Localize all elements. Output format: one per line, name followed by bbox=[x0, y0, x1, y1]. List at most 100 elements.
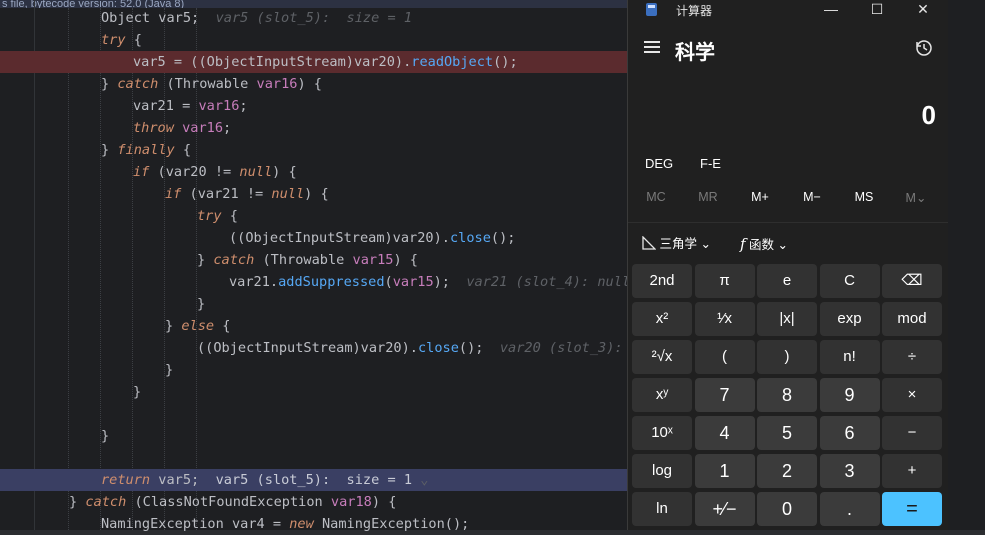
key-log[interactable]: log bbox=[632, 454, 692, 488]
key-digit-7[interactable]: 7 bbox=[694, 378, 755, 412]
code-token: return bbox=[101, 472, 151, 488]
code-token: (); bbox=[493, 54, 518, 70]
function-dropdown[interactable]: f 函数 ⌄ bbox=[740, 234, 788, 254]
memory-button[interactable]: MS bbox=[838, 190, 890, 204]
maximize-button[interactable]: ☐ bbox=[854, 0, 900, 20]
code-line[interactable]: var21 = var16; bbox=[0, 95, 630, 117]
code-token: } bbox=[69, 494, 86, 510]
code-line[interactable]: ((ObjectInputStream)var20).close(); var2… bbox=[0, 337, 630, 359]
close-button[interactable]: ✕ bbox=[900, 0, 946, 20]
code-line[interactable] bbox=[0, 447, 630, 469]
code-line[interactable]: } finally { bbox=[0, 139, 630, 161]
key-digit-0[interactable]: 0 bbox=[757, 492, 817, 526]
key-close-paren[interactable]: ) bbox=[757, 340, 817, 374]
key-exp[interactable]: exp bbox=[819, 302, 880, 336]
code-line[interactable]: var21.addSuppressed(var15); var21 (slot_… bbox=[0, 271, 630, 293]
memory-button[interactable]: M+ bbox=[734, 190, 786, 204]
key-digit-6[interactable]: 6 bbox=[819, 416, 880, 450]
code-line[interactable]: throw var16; bbox=[0, 117, 630, 139]
key-digit-9[interactable]: 9 bbox=[819, 378, 880, 412]
memory-button[interactable]: MR bbox=[682, 190, 734, 204]
code-token: ) { bbox=[304, 186, 329, 202]
key-multiply[interactable]: × bbox=[882, 378, 942, 412]
memory-button[interactable]: M− bbox=[786, 190, 838, 204]
key-digit-5[interactable]: 5 bbox=[757, 416, 817, 450]
code-text: } bbox=[165, 359, 173, 381]
history-icon[interactable] bbox=[914, 38, 934, 58]
key-digit-1[interactable]: 1 bbox=[694, 454, 755, 488]
code-line[interactable]: } catch (Throwable var15) { bbox=[0, 249, 630, 271]
code-token: (Throwable bbox=[254, 252, 353, 268]
code-line[interactable]: if (var21 != null) { bbox=[0, 183, 630, 205]
fe-button[interactable]: F-E bbox=[700, 156, 721, 171]
key-digit-4[interactable]: 4 bbox=[694, 416, 755, 450]
key-power[interactable]: xʸ bbox=[632, 378, 692, 412]
calculator-app-icon bbox=[646, 3, 657, 16]
title-bar[interactable]: 计算器 — ☐ ✕ bbox=[628, 0, 948, 20]
hamburger-menu-icon[interactable] bbox=[644, 41, 660, 53]
key-divide[interactable]: ÷ bbox=[882, 340, 942, 374]
key-sqrt[interactable]: ²√x bbox=[632, 340, 692, 374]
key-digit-2[interactable]: 2 bbox=[757, 454, 817, 488]
key-subtract[interactable]: − bbox=[882, 416, 942, 450]
code-line[interactable]: } else { bbox=[0, 315, 630, 337]
code-token: if bbox=[133, 164, 150, 180]
code-line[interactable]: return var5; var5 (slot_5): size = 1 ⌄ bbox=[0, 469, 630, 491]
code-token: catch bbox=[117, 76, 159, 92]
code-line[interactable]: ((ObjectInputStream)var20).close(); bbox=[0, 227, 630, 249]
code-line[interactable]: try { bbox=[0, 29, 630, 51]
key-square[interactable]: x² bbox=[632, 302, 692, 336]
angle-mode-button[interactable]: DEG bbox=[645, 156, 673, 171]
minimize-button[interactable]: — bbox=[808, 0, 854, 20]
code-line[interactable]: } bbox=[0, 359, 630, 381]
key-euler[interactable]: e bbox=[757, 264, 817, 298]
trigonometry-dropdown[interactable]: 三角学 ⌄ bbox=[642, 234, 711, 254]
key-mod[interactable]: mod bbox=[882, 302, 942, 336]
key-negate[interactable]: +⁄− bbox=[694, 492, 755, 526]
code-line[interactable]: } catch (ClassNotFoundException var18) { bbox=[0, 491, 630, 513]
code-token: var15 bbox=[352, 252, 394, 268]
code-text: } bbox=[101, 425, 109, 447]
key-decimal[interactable]: . bbox=[819, 492, 880, 526]
code-text: } bbox=[197, 293, 205, 315]
code-line[interactable] bbox=[0, 403, 630, 425]
key-absolute[interactable]: |x| bbox=[757, 302, 817, 336]
key-digit-3[interactable]: 3 bbox=[819, 454, 880, 488]
key-ln[interactable]: ln bbox=[632, 492, 692, 526]
key-clear[interactable]: C bbox=[819, 264, 880, 298]
code-token: close bbox=[417, 340, 459, 356]
code-token: { bbox=[214, 318, 231, 334]
code-token: ((ObjectInputStream)var20). bbox=[229, 230, 450, 246]
code-line[interactable]: Object var5; var5 (slot_5): size = 1 bbox=[0, 7, 630, 29]
key-reciprocal[interactable]: ¹⁄x bbox=[694, 302, 755, 336]
memory-button[interactable]: MC bbox=[630, 190, 682, 204]
code-line[interactable]: } catch (Throwable var16) { bbox=[0, 73, 630, 95]
mode-row: DEG F-E bbox=[628, 156, 948, 176]
key-open-paren[interactable]: ( bbox=[694, 340, 755, 374]
code-text: ((ObjectInputStream)var20).close(); bbox=[229, 227, 515, 249]
code-line[interactable]: } bbox=[0, 381, 630, 403]
code-token: (Throwable bbox=[158, 76, 257, 92]
code-text: ((ObjectInputStream)var20).close(); var2… bbox=[197, 337, 631, 359]
key-equals[interactable]: = bbox=[882, 492, 942, 526]
code-line[interactable]: NamingException var4 = new NamingExcepti… bbox=[0, 513, 630, 535]
code-line[interactable]: if (var20 != null) { bbox=[0, 161, 630, 183]
key-pi[interactable]: π bbox=[694, 264, 755, 298]
code-line[interactable]: } bbox=[0, 425, 630, 447]
code-token: var18 bbox=[330, 494, 372, 510]
code-token: ) { bbox=[272, 164, 297, 180]
code-line[interactable]: } bbox=[0, 293, 630, 315]
key-ten-power[interactable]: 10ˣ bbox=[632, 416, 692, 450]
key-add[interactable]: + bbox=[882, 454, 942, 488]
calculator-window[interactable]: 计算器 — ☐ ✕ 科学 0 DEG F-E MC MR M+ M− MS M⌄ 三角学 … bbox=[627, 0, 948, 530]
key-backspace[interactable]: ⌫ bbox=[882, 264, 942, 298]
key-factorial[interactable]: n! bbox=[819, 340, 880, 374]
code-line[interactable]: try { bbox=[0, 205, 630, 227]
key-digit-8[interactable]: 8 bbox=[757, 378, 817, 412]
code-token: var16 bbox=[256, 76, 298, 92]
key-second-function[interactable]: 2nd bbox=[632, 264, 692, 298]
memory-button[interactable]: M⌄ bbox=[890, 190, 942, 205]
code-token: ; bbox=[239, 98, 248, 114]
code-token: ) { bbox=[371, 494, 397, 510]
code-line[interactable]: var5 = ((ObjectInputStream)var20).readOb… bbox=[0, 51, 630, 73]
